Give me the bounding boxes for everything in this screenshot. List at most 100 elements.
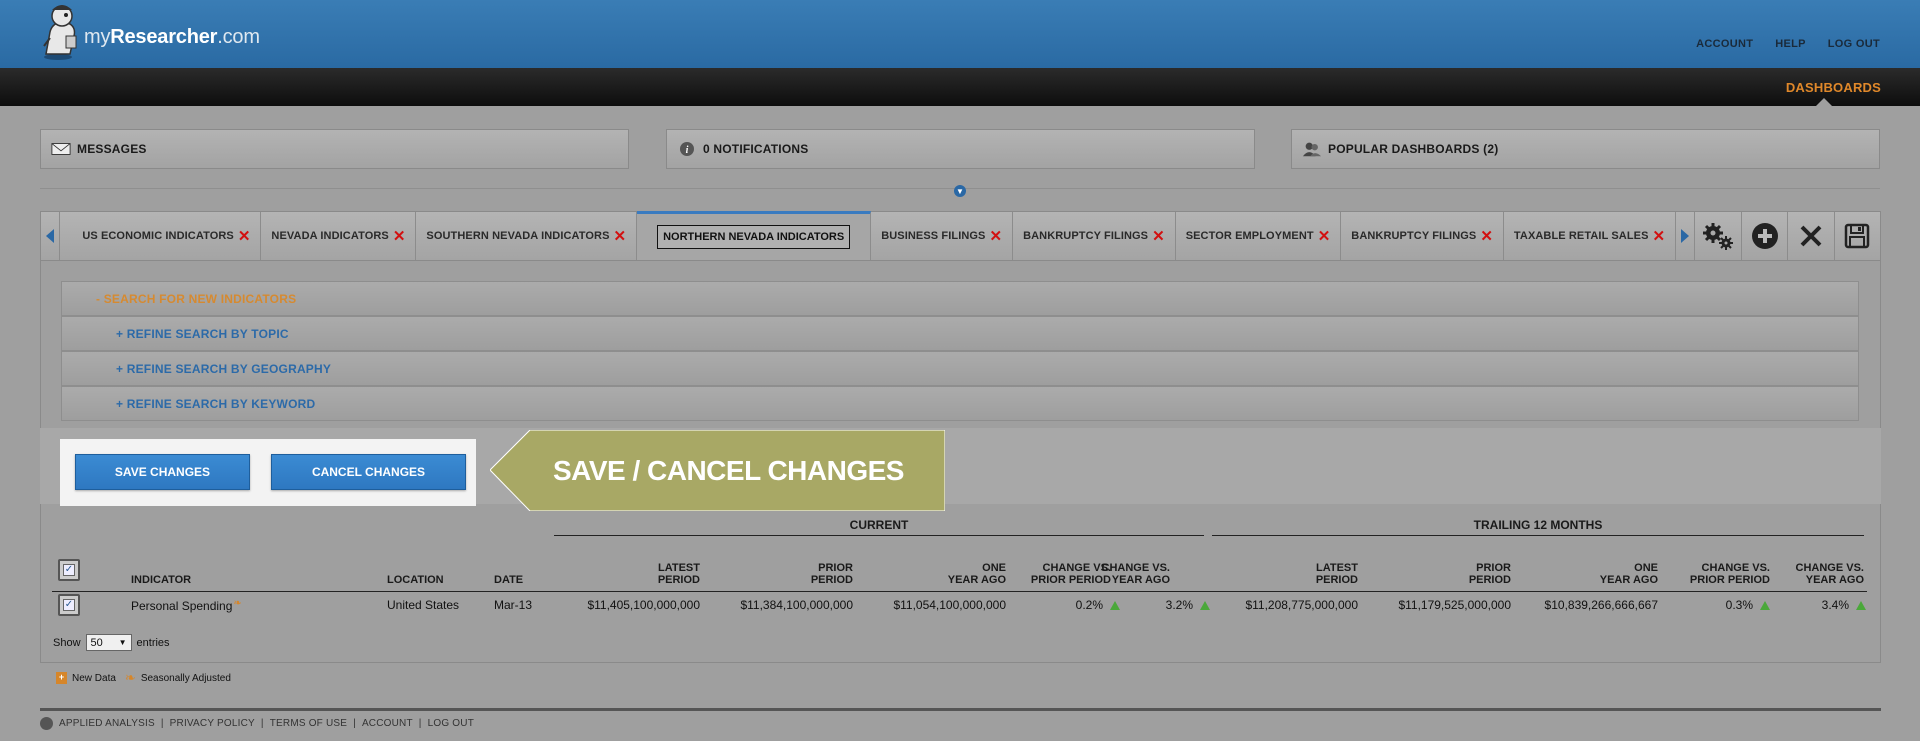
save-changes-button[interactable]: SAVE CHANGES <box>75 454 250 490</box>
popular-dashboards-label: POPULAR DASHBOARDS (2) <box>1328 142 1499 156</box>
group-current-line <box>554 535 1204 536</box>
logo-mascot-icon[interactable] <box>36 2 86 62</box>
tab-us-economic-indicators[interactable]: US ECONOMIC INDICATORS ✕ <box>60 212 262 260</box>
nav-active-caret <box>1816 98 1832 106</box>
settings-gears-icon[interactable] <box>1694 212 1740 260</box>
col-tr-latest[interactable]: LATEST PERIOD <box>1238 562 1358 586</box>
tabs-next-arrow-icon[interactable] <box>1675 212 1694 260</box>
users-icon <box>1302 141 1322 157</box>
group-trailing-line <box>1212 535 1864 536</box>
row-date: Mar-13 <box>494 598 533 612</box>
row-location: United States <box>387 598 460 612</box>
help-link[interactable]: HELP <box>1775 38 1806 50</box>
up-arrow-icon <box>1856 601 1866 610</box>
footer-line <box>40 708 1881 711</box>
save-cancel-highlight: SAVE CHANGES CANCEL CHANGES <box>60 439 476 506</box>
tab-southern-nevada-indicators[interactable]: SOUTHERN NEVADA INDICATORS ✕ <box>416 212 638 260</box>
close-tab-icon[interactable]: ✕ <box>393 229 406 244</box>
row-tr-latest: $11,208,775,000,000 <box>1245 598 1358 612</box>
info-icon: i <box>677 141 697 157</box>
up-arrow-icon <box>1110 601 1120 610</box>
collapse-toggle-icon[interactable]: ▼ <box>954 185 966 197</box>
active-tab-label[interactable]: NORTHERN NEVADA INDICATORS <box>657 225 851 249</box>
popular-dashboards-panel[interactable]: POPULAR DASHBOARDS (2) <box>1291 129 1880 169</box>
footer-terms-of-use[interactable]: TERMS OF USE <box>270 718 347 729</box>
refine-by-keyword-toggle[interactable]: + REFINE SEARCH BY KEYWORD <box>61 386 1859 421</box>
save-dashboard-icon[interactable] <box>1833 212 1880 260</box>
col-tr-one-year-ago[interactable]: ONE YEAR AGO <box>1538 562 1658 586</box>
col-cur-one-year-ago[interactable]: ONE YEAR AGO <box>886 562 1006 586</box>
up-arrow-icon <box>1200 601 1210 610</box>
col-tr-prior[interactable]: PRIOR PERIOD <box>1391 562 1511 586</box>
table-header-line <box>52 591 1867 592</box>
delete-dashboard-icon[interactable] <box>1787 212 1833 260</box>
svg-text:i: i <box>686 145 689 156</box>
tab-bankruptcy-filings-2[interactable]: BANKRUPTCY FILINGS ✕ <box>1341 212 1504 260</box>
callout-annotation: SAVE / CANCEL CHANGES <box>490 430 945 511</box>
tab-taxable-retail-sales[interactable]: TAXABLE RETAIL SALES ✕ <box>1504 212 1675 260</box>
close-tab-icon[interactable]: ✕ <box>1318 229 1331 244</box>
messages-panel[interactable]: MESSAGES <box>40 129 629 169</box>
close-tab-icon[interactable]: ✕ <box>614 229 627 244</box>
col-cur-latest[interactable]: LATEST PERIOD <box>580 562 700 586</box>
tab-business-filings[interactable]: BUSINESS FILINGS ✕ <box>871 212 1014 260</box>
new-data-icon: + <box>56 672 67 684</box>
col-indicator[interactable]: INDICATOR <box>131 574 191 586</box>
nav-dashboards[interactable]: DASHBOARDS <box>1786 80 1881 95</box>
col-cur-prior[interactable]: PRIOR PERIOD <box>733 562 853 586</box>
tab-nevada-indicators[interactable]: NEVADA INDICATORS ✕ <box>261 212 417 260</box>
close-tab-icon[interactable]: ✕ <box>1152 229 1165 244</box>
close-tab-icon[interactable]: ✕ <box>989 229 1002 244</box>
logo-text[interactable]: myResearcher.com <box>84 26 260 49</box>
seasonally-adjusted-leaf-icon: ❧ <box>233 598 242 609</box>
group-current: CURRENT <box>849 518 909 532</box>
top-links: ACCOUNT HELP LOG OUT <box>1696 38 1880 50</box>
up-arrow-icon <box>1760 601 1770 610</box>
row-tr-change-prior: 0.3% <box>1690 598 1770 612</box>
notifications-label: 0 NOTIFICATIONS <box>703 142 809 156</box>
cancel-changes-button[interactable]: CANCEL CHANGES <box>271 454 466 490</box>
envelope-icon <box>51 141 71 157</box>
refine-by-geography-toggle[interactable]: + REFINE SEARCH BY GEOGRAPHY <box>61 351 1859 386</box>
close-tab-icon[interactable]: ✕ <box>1653 229 1666 244</box>
row-checkbox[interactable]: ✓ <box>58 594 80 616</box>
footer-applied-analysis[interactable]: APPLIED ANALYSIS <box>59 718 155 729</box>
select-all-checkbox[interactable]: ✓ <box>58 559 80 581</box>
footer-account[interactable]: ACCOUNT <box>362 718 413 729</box>
footer-privacy-policy[interactable]: PRIVACY POLICY <box>170 718 255 729</box>
close-tab-icon[interactable]: ✕ <box>1480 229 1493 244</box>
footer: APPLIED ANALYSIS | PRIVACY POLICY | TERMS … <box>40 717 474 730</box>
col-tr-change-year[interactable]: CHANGE VS. YEAR AGO <box>1784 562 1864 586</box>
add-dashboard-icon[interactable] <box>1740 212 1787 260</box>
search-new-indicators-toggle[interactable]: - SEARCH FOR NEW INDICATORS <box>61 281 1859 316</box>
tabs-prev-arrow-icon[interactable] <box>41 212 61 260</box>
tab-northern-nevada-indicators[interactable]: NORTHERN NEVADA INDICATORS <box>637 211 872 260</box>
col-location[interactable]: LOCATION <box>387 574 444 586</box>
main-nav: DASHBOARDS <box>0 68 1920 106</box>
footer-log-out[interactable]: LOG OUT <box>428 718 474 729</box>
row-cur-one-year-ago: $11,054,100,000,000 <box>893 598 1006 612</box>
applied-analysis-logo-icon <box>40 717 53 730</box>
entries-select[interactable]: 50 ▼ <box>85 634 132 651</box>
entries-control: Show 50 ▼ entries <box>53 634 170 651</box>
legend: + New Data ❧ Seasonally Adjusted <box>56 670 231 686</box>
row-tr-change-year: 3.4% <box>1786 598 1866 612</box>
col-tr-change-prior[interactable]: CHANGE VS. PRIOR PERIOD <box>1660 562 1770 586</box>
account-link[interactable]: ACCOUNT <box>1696 38 1753 50</box>
close-tab-icon[interactable]: ✕ <box>238 229 251 244</box>
logout-link[interactable]: LOG OUT <box>1828 38 1880 50</box>
group-trailing: TRAILING 12 MONTHS <box>1473 518 1603 532</box>
tab-sector-employment[interactable]: SECTOR EMPLOYMENT ✕ <box>1176 212 1342 260</box>
row-cur-latest: $11,405,100,000,000 <box>587 598 700 612</box>
col-date[interactable]: DATE <box>494 574 523 586</box>
row-indicator[interactable]: Personal Spending❧ <box>131 598 242 613</box>
notifications-panel[interactable]: i 0 NOTIFICATIONS <box>666 129 1255 169</box>
seasonally-adjusted-leaf-icon: ❧ <box>124 670 136 685</box>
tab-bankruptcy-filings[interactable]: BANKRUPTCY FILINGS ✕ <box>1013 212 1176 260</box>
row-cur-change-year: 3.2% <box>1130 598 1210 612</box>
row-tr-prior: $11,179,525,000,000 <box>1398 598 1511 612</box>
messages-label: MESSAGES <box>77 142 147 156</box>
row-cur-prior: $11,384,100,000,000 <box>740 598 853 612</box>
refine-by-topic-toggle[interactable]: + REFINE SEARCH BY TOPIC <box>61 316 1859 351</box>
col-cur-change-year[interactable]: CHANGE VS. YEAR AGO <box>1090 562 1170 586</box>
